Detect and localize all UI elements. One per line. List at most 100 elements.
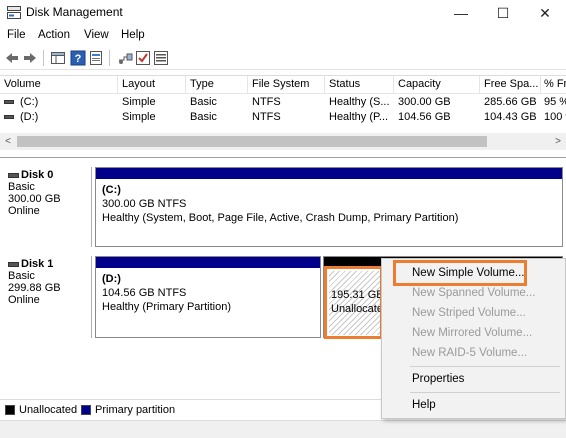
- column-header-percent-free[interactable]: % Fr: [544, 78, 566, 90]
- legend-label-primary: Primary partition: [95, 404, 176, 416]
- unallocated-highlight: [324, 266, 383, 339]
- menu-item-help[interactable]: Help: [412, 399, 436, 411]
- partition-name: (D:): [102, 273, 121, 285]
- disk-1-label[interactable]: Disk 1 Basic 299.88 GB Online: [0, 256, 92, 338]
- status-cell: Healthy (P...: [329, 111, 389, 123]
- primary-partition-bar: [96, 168, 562, 179]
- menu-file[interactable]: File: [7, 29, 26, 41]
- partition-d[interactable]: (D:) 104.56 GB NTFS Healthy (Primary Par…: [95, 256, 321, 338]
- volume-cell: (D:): [20, 111, 39, 123]
- volume-row[interactable]: (D:) Simple Basic NTFS Healthy (P... 104…: [0, 110, 566, 125]
- column-divider[interactable]: [479, 76, 480, 94]
- partition-status: Healthy (Primary Partition): [102, 301, 231, 313]
- disk-0-label[interactable]: Disk 0 Basic 300.00 GB Online: [0, 167, 92, 247]
- toolbar-separator: [43, 50, 44, 66]
- column-divider[interactable]: [247, 76, 248, 94]
- menu-item-properties[interactable]: Properties: [412, 373, 464, 385]
- menu-item-new-mirrored-volume: New Mirrored Volume...: [412, 327, 533, 339]
- show-hide-tree-icon[interactable]: [50, 50, 66, 66]
- percent-free-cell: 95 %: [544, 96, 566, 108]
- partition-status: Healthy (System, Boot, Page File, Active…: [102, 212, 459, 224]
- disk-name: Disk 0: [21, 169, 54, 181]
- disk-state: Online: [8, 294, 40, 306]
- capacity-cell: 300.00 GB: [398, 96, 451, 108]
- disk-size: 300.00 GB: [8, 193, 61, 205]
- legend-label-unallocated: Unallocated: [19, 404, 78, 416]
- percent-free-cell: 100 %: [544, 111, 566, 123]
- column-header-volume[interactable]: Volume: [4, 78, 114, 90]
- scroll-right-icon[interactable]: >: [550, 134, 566, 149]
- window-title: Disk Management: [26, 5, 123, 19]
- type-cell: Basic: [190, 111, 217, 123]
- status-cell: Healthy (S...: [329, 96, 390, 108]
- capacity-cell: 104.56 GB: [398, 111, 451, 123]
- disk-icon: [8, 172, 19, 178]
- menu-bar: File Action View Help: [0, 27, 566, 45]
- disk-size: 299.88 GB: [8, 282, 61, 294]
- partition-info: (D:) 104.56 GB NTFS Healthy (Primary Par…: [102, 272, 231, 314]
- disk-type: Basic: [8, 181, 35, 193]
- volume-list-header: Volume Layout Type File System Status Ca…: [0, 76, 566, 94]
- column-header-file-system[interactable]: File System: [252, 78, 322, 90]
- check-icon[interactable]: [135, 50, 151, 66]
- column-header-type[interactable]: Type: [190, 78, 245, 90]
- column-divider[interactable]: [117, 76, 118, 94]
- disk-state: Online: [8, 205, 40, 217]
- column-header-capacity[interactable]: Capacity: [398, 78, 476, 90]
- menu-action[interactable]: Action: [38, 29, 70, 41]
- unallocated-legend-swatch: [5, 405, 15, 415]
- toolbar-separator: [109, 50, 110, 66]
- column-divider[interactable]: [324, 76, 325, 94]
- column-header-free-space[interactable]: Free Spa...: [484, 78, 540, 90]
- maximize-button[interactable]: ☐: [482, 0, 524, 26]
- disk-name: Disk 1: [21, 258, 54, 270]
- column-divider[interactable]: [393, 76, 394, 94]
- status-bar: [0, 420, 566, 438]
- forward-arrow-icon[interactable]: [22, 50, 38, 66]
- partition-name: (C:): [102, 184, 121, 196]
- free-space-cell: 104.43 GB: [484, 111, 537, 123]
- title-bar: Disk Management — ☐ ✕: [0, 0, 566, 26]
- svg-text:?: ?: [75, 53, 82, 65]
- menu-view[interactable]: View: [84, 29, 109, 41]
- help-icon[interactable]: ?: [70, 50, 86, 66]
- minimize-button[interactable]: —: [440, 0, 482, 26]
- scrollbar-thumb[interactable]: [17, 136, 487, 147]
- primary-partition-bar: [96, 257, 320, 268]
- new-simple-volume-highlight: [393, 260, 527, 286]
- properties-icon[interactable]: [88, 50, 104, 66]
- layout-cell: Simple: [122, 111, 156, 123]
- file-system-cell: NTFS: [252, 111, 281, 123]
- menu-separator: [410, 366, 560, 367]
- partition-c[interactable]: (C:) 300.00 GB NTFS Healthy (System, Boo…: [95, 167, 563, 247]
- volume-row[interactable]: (C:) Simple Basic NTFS Healthy (S... 300…: [0, 95, 566, 110]
- partition-info: (C:) 300.00 GB NTFS Healthy (System, Boo…: [102, 183, 458, 225]
- layout-cell: Simple: [122, 96, 156, 108]
- free-space-cell: 285.66 GB: [484, 96, 537, 108]
- column-header-status[interactable]: Status: [329, 78, 391, 90]
- type-cell: Basic: [190, 96, 217, 108]
- volume-cell: (C:): [20, 96, 39, 108]
- disk-type: Basic: [8, 270, 35, 282]
- drive-icon: [4, 100, 14, 104]
- disk-icon: [8, 261, 19, 267]
- horizontal-scrollbar[interactable]: < >: [0, 133, 566, 150]
- menu-item-new-raid5-volume: New RAID-5 Volume...: [412, 347, 528, 359]
- partition-size: 300.00 GB NTFS: [102, 198, 187, 210]
- menu-separator: [410, 392, 560, 393]
- menu-help[interactable]: Help: [121, 29, 145, 41]
- partition-size: 104.56 GB NTFS: [102, 287, 187, 299]
- disk-management-app-icon: [7, 6, 21, 19]
- column-header-layout[interactable]: Layout: [122, 78, 182, 90]
- connect-icon[interactable]: [117, 50, 133, 66]
- close-button[interactable]: ✕: [524, 0, 566, 26]
- list-icon[interactable]: [153, 50, 169, 66]
- column-divider[interactable]: [540, 76, 541, 94]
- menu-item-new-striped-volume: New Striped Volume...: [412, 307, 526, 319]
- drive-icon: [4, 115, 14, 119]
- column-divider[interactable]: [185, 76, 186, 94]
- primary-partition-legend-swatch: [81, 405, 91, 415]
- toolbar: ?: [0, 46, 566, 70]
- scroll-left-icon[interactable]: <: [0, 134, 16, 149]
- back-arrow-icon[interactable]: [4, 50, 20, 66]
